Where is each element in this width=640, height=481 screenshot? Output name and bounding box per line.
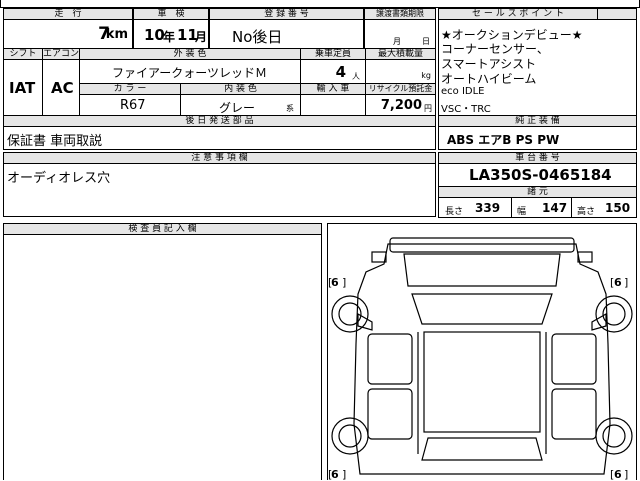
import-cell (300, 94, 366, 116)
bracket-rr-close: ] (624, 468, 628, 481)
sales-line: オートハイビーム (441, 72, 537, 86)
chassis-value: LA350S-0465184 (469, 166, 612, 184)
interior-suffix: 系 (286, 104, 294, 113)
capacity-cell: 4 人 (300, 59, 366, 84)
top-strip (0, 0, 640, 8)
tire-front-right (595, 295, 633, 333)
tire-rear-right-inner (602, 424, 626, 448)
tire-rear-right (595, 417, 633, 455)
shaken-year-unit: 年 (163, 30, 176, 44)
rear-glass (421, 437, 543, 461)
tire-rear-left (331, 417, 369, 455)
dims-cell: 長さ 339 幅 147 高さ 150 (438, 197, 637, 218)
shift-cell: IAT (3, 59, 43, 116)
height-value: 150 (605, 201, 631, 215)
dims-divider (571, 198, 572, 217)
recycle-unit: 円 (424, 104, 432, 113)
length-value: 339 (475, 201, 501, 215)
inspector-cell (3, 234, 322, 480)
sales-line: eco IDLE (441, 86, 485, 97)
width-value: 147 (542, 201, 568, 215)
car-diagram-panel: 6 6 6 6 [ ] [ ] [ ] [ ] (327, 223, 637, 481)
capacity-unit: 人 (352, 72, 360, 81)
load-unit: kg (421, 71, 431, 80)
dims-divider (511, 198, 512, 217)
bracket-fl-open: [ (328, 276, 332, 289)
car-diagram: 6 6 6 6 [ ] [ ] [ ] [ ] (328, 237, 633, 481)
chassis-cell: LA350S-0465184 (438, 163, 637, 187)
recycle-cell: 7,200 円 (365, 94, 436, 116)
bracket-rr-open: [ (610, 468, 614, 481)
exterior-value: ファイアークォーツレッドＭ (112, 66, 268, 80)
top-marker-left (371, 251, 387, 263)
capacity-value: 4 (335, 63, 346, 81)
transfer-cell: 月 日 (364, 19, 436, 49)
load-cell: kg (365, 59, 436, 84)
door-front-left (367, 333, 413, 385)
tire-rear-left-inner (338, 424, 362, 448)
length-label: 長さ (445, 207, 464, 217)
shaken-month-unit: 月 (195, 30, 208, 44)
later-value: 保証書 車両取説 (7, 134, 103, 149)
shaken-cell: 10 年 11 月 (133, 19, 209, 49)
mileage-unit: km (105, 27, 128, 42)
recycle-value: 7,200 (380, 98, 422, 113)
mirror-left (357, 312, 373, 331)
bracket-fr-close: ] (624, 276, 628, 289)
interior-cell: グレー 系 (180, 94, 301, 116)
shift-value: IAT (9, 79, 36, 97)
color-cell: R67 (79, 94, 181, 116)
door-rear-right (551, 388, 597, 440)
mileage-cell: 7 km (3, 19, 133, 49)
top-marker-right (577, 251, 593, 263)
transfer-month-unit: 月 (393, 37, 401, 46)
reg-value: No後日 (232, 28, 283, 46)
exterior-cell: ファイアークォーツレッドＭ (79, 59, 301, 84)
width-label: 幅 (517, 207, 527, 217)
reg-cell: No後日 (209, 19, 364, 49)
sales-line: VSC・TRC (441, 104, 491, 115)
aircon-cell: AC (42, 59, 80, 116)
tire-mark-front-right: 6 (614, 276, 622, 289)
bracket-fl-close: ] (342, 276, 346, 289)
windshield (411, 293, 553, 325)
tire-front-left (331, 295, 369, 333)
transfer-day-unit: 日 (422, 37, 430, 46)
height-label: 高さ (577, 207, 596, 217)
equipment-cell: ABS エアB PS PW (438, 126, 637, 150)
bracket-rl-close: ] (342, 468, 346, 481)
sales-cell: ★オークションデビュー★ コーナーセンサー、 スマートアシスト オートハイビーム… (438, 19, 637, 116)
hood (403, 253, 561, 287)
mirror-right (591, 312, 607, 331)
door-front-right (551, 333, 597, 385)
notes-cell: オーディオレス穴 (3, 163, 436, 217)
front-bumper (389, 237, 575, 253)
roof (423, 331, 541, 433)
interior-value: グレー (219, 101, 256, 115)
color-value: R67 (120, 98, 146, 113)
bracket-rl-open: [ (328, 468, 332, 481)
aircon-value: AC (51, 79, 74, 97)
shaken-year: 10 (144, 26, 165, 44)
tire-mark-rear-right: 6 (614, 468, 622, 481)
bracket-fr-open: [ (610, 276, 614, 289)
notes-value: オーディオレス穴 (7, 171, 111, 186)
door-rear-left (367, 388, 413, 440)
equipment-value: ABS エアB PS PW (447, 133, 560, 147)
later-cell: 保証書 車両取説 (3, 126, 436, 150)
